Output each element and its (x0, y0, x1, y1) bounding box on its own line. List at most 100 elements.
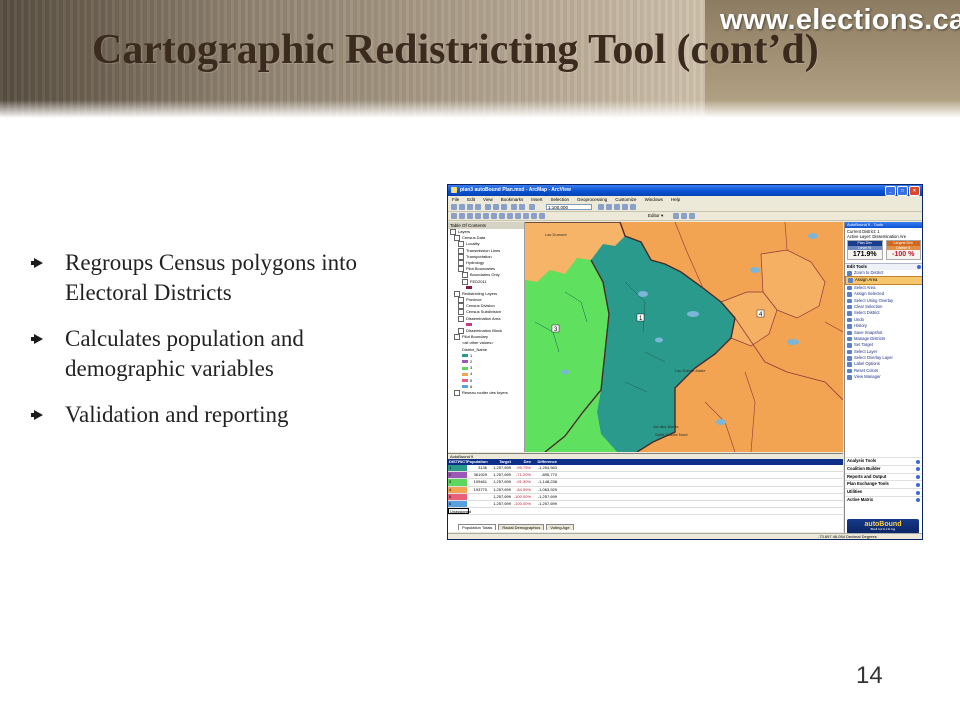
category-coalition-builder[interactable]: Coalition Builder (845, 464, 922, 473)
category-active-matrix[interactable]: Active Matrix (845, 495, 922, 504)
checkbox-icon[interactable] (458, 328, 464, 334)
identify-icon[interactable] (523, 213, 529, 219)
measure-icon[interactable] (531, 213, 537, 219)
active-layer-value[interactable]: Dissemination Are (872, 234, 906, 239)
redo-icon[interactable] (519, 204, 525, 210)
table-row[interactable]: 6 1,257,699 -100.00% -1,257,699 (448, 500, 843, 509)
maximize-button[interactable]: □ (897, 186, 908, 196)
tab-population-totals[interactable]: Population Totals (458, 524, 497, 530)
pan-icon[interactable] (467, 213, 473, 219)
menu-help[interactable]: Help (671, 196, 680, 203)
toc-layer[interactable]: Reseau routier des foyers (448, 389, 524, 396)
catalog-icon[interactable] (614, 204, 620, 210)
expand-icon[interactable] (916, 467, 920, 472)
table-row[interactable]: 4 193770 1,257,699 -84.59% -1,063,929 (448, 486, 843, 494)
table-of-contents: Table Of Contents Layers Census Data Loc… (448, 222, 525, 452)
copy-icon[interactable] (493, 204, 499, 210)
checkbox-icon[interactable] (458, 253, 464, 260)
checkbox-icon[interactable] (458, 241, 464, 248)
expand-icon[interactable] (916, 459, 920, 464)
menu-view[interactable]: View (483, 196, 493, 203)
menu-selection[interactable]: Selection (551, 196, 570, 203)
zoom-out-icon[interactable] (459, 213, 465, 219)
checkbox-icon[interactable] (458, 315, 464, 322)
category-utilities[interactable]: Utilities (845, 488, 922, 496)
edit-tool-icon[interactable] (673, 213, 679, 219)
layer-icon[interactable] (598, 204, 604, 210)
menu-customize[interactable]: Customize (615, 196, 636, 203)
table-row[interactable]: Unassigned (448, 508, 843, 516)
attributes-icon[interactable] (689, 213, 695, 219)
banner-fade (0, 100, 960, 118)
expand-icon[interactable] (916, 482, 920, 487)
new-document-icon[interactable] (451, 204, 457, 210)
toc-title: Table Of Contents (448, 222, 524, 229)
category-plan-exchange[interactable]: Plan Exchange Tools (845, 480, 922, 488)
checkbox-icon[interactable] (462, 278, 468, 285)
zoom-in-icon[interactable] (451, 213, 457, 219)
checkbox-icon[interactable] (458, 259, 464, 266)
checkbox-icon[interactable] (462, 272, 468, 279)
table-row[interactable]: 3 109461 1,257,699 -91.30% -1,148,238 (448, 479, 843, 487)
sketch-icon[interactable] (681, 213, 687, 219)
forward-icon[interactable] (507, 213, 513, 219)
checkbox-icon[interactable] (458, 303, 464, 310)
cut-icon[interactable] (485, 204, 491, 210)
checkbox-icon[interactable] (454, 290, 460, 297)
editor-dropdown[interactable]: Editor ▾ (648, 213, 663, 219)
checkbox-icon[interactable] (454, 389, 460, 396)
tab-racial-demographics[interactable]: Racial Demographics (498, 524, 545, 530)
bullet-text: Regroups Census polygons into Electoral … (65, 250, 357, 305)
minimize-button[interactable]: _ (885, 186, 896, 196)
hyperlink-icon[interactable] (539, 213, 545, 219)
full-extent-icon[interactable] (475, 213, 481, 219)
toc-icon[interactable] (606, 204, 612, 210)
fixed-zoom-out-icon[interactable] (491, 213, 497, 219)
arcmap-screenshot: plan3 autoBound Plan.mxd - ArcMap - ArcV… (447, 184, 923, 540)
undo-icon[interactable] (511, 204, 517, 210)
expand-icon[interactable] (916, 490, 920, 495)
close-button[interactable]: × (909, 186, 920, 196)
tool-assign-area[interactable]: Assign Area (845, 276, 922, 285)
clear-icon (847, 304, 852, 310)
collapse-icon[interactable] (917, 265, 921, 269)
table-row[interactable]: 2 361929 1,257,699 -71.20% -895,770 (448, 472, 843, 480)
search-icon[interactable] (622, 204, 628, 210)
menu-bookmarks[interactable]: Bookmarks (501, 196, 524, 203)
edit-tools-header[interactable]: Edit Tools (845, 263, 922, 270)
menu-file[interactable]: File (452, 196, 459, 203)
print-icon[interactable] (475, 204, 481, 210)
autobound-tools-panel: AutoBound 9 - Tools Current District: 1 … (844, 222, 922, 538)
window-title: plan3 autoBound Plan.mxd - ArcMap - ArcV… (460, 187, 571, 193)
paste-icon[interactable] (501, 204, 507, 210)
map-view[interactable]: 1 3 4 Lac-Sainte-Marie Val-des-Monts Sai… (525, 222, 843, 452)
toolbox-icon[interactable] (630, 204, 636, 210)
save-icon[interactable] (467, 204, 473, 210)
tool-view-manager[interactable]: View Manager (845, 374, 922, 380)
checkbox-icon[interactable] (458, 247, 464, 254)
checkbox-icon[interactable] (458, 266, 464, 273)
menu-geoprocessing[interactable]: Geoprocessing (577, 196, 607, 203)
expand-icon[interactable] (916, 475, 920, 480)
open-icon[interactable] (459, 204, 465, 210)
table-row[interactable]: 5 1,257,699 -100.00% -1,257,699 (448, 493, 843, 501)
category-reports-output[interactable]: Reports and Output (845, 472, 922, 481)
checkbox-icon[interactable] (458, 309, 464, 316)
menu-edit[interactable]: Edit (467, 196, 475, 203)
select-features-icon[interactable] (515, 213, 521, 219)
expand-icon[interactable] (450, 229, 456, 235)
checkbox-icon[interactable] (454, 334, 460, 341)
back-icon[interactable] (499, 213, 505, 219)
menu-windows[interactable]: Windows (645, 196, 663, 203)
checkbox-icon[interactable] (458, 297, 464, 304)
tab-voting-age[interactable]: Voting Age (546, 524, 574, 530)
checkbox-icon[interactable] (454, 235, 460, 242)
map-scale-input[interactable]: 1:100,000 (546, 204, 592, 210)
category-analysis-tools[interactable]: Analysis Tools (845, 457, 922, 465)
expand-icon[interactable] (916, 498, 920, 503)
fixed-zoom-in-icon[interactable] (483, 213, 489, 219)
menu-insert[interactable]: Insert (531, 196, 542, 203)
table-row[interactable]: 1 3136 1,257,699 -99.75% -1,254,563 (448, 465, 843, 473)
bullet-list: Regroups Census polygons into Electoral … (31, 248, 414, 446)
add-data-icon[interactable] (529, 204, 535, 210)
